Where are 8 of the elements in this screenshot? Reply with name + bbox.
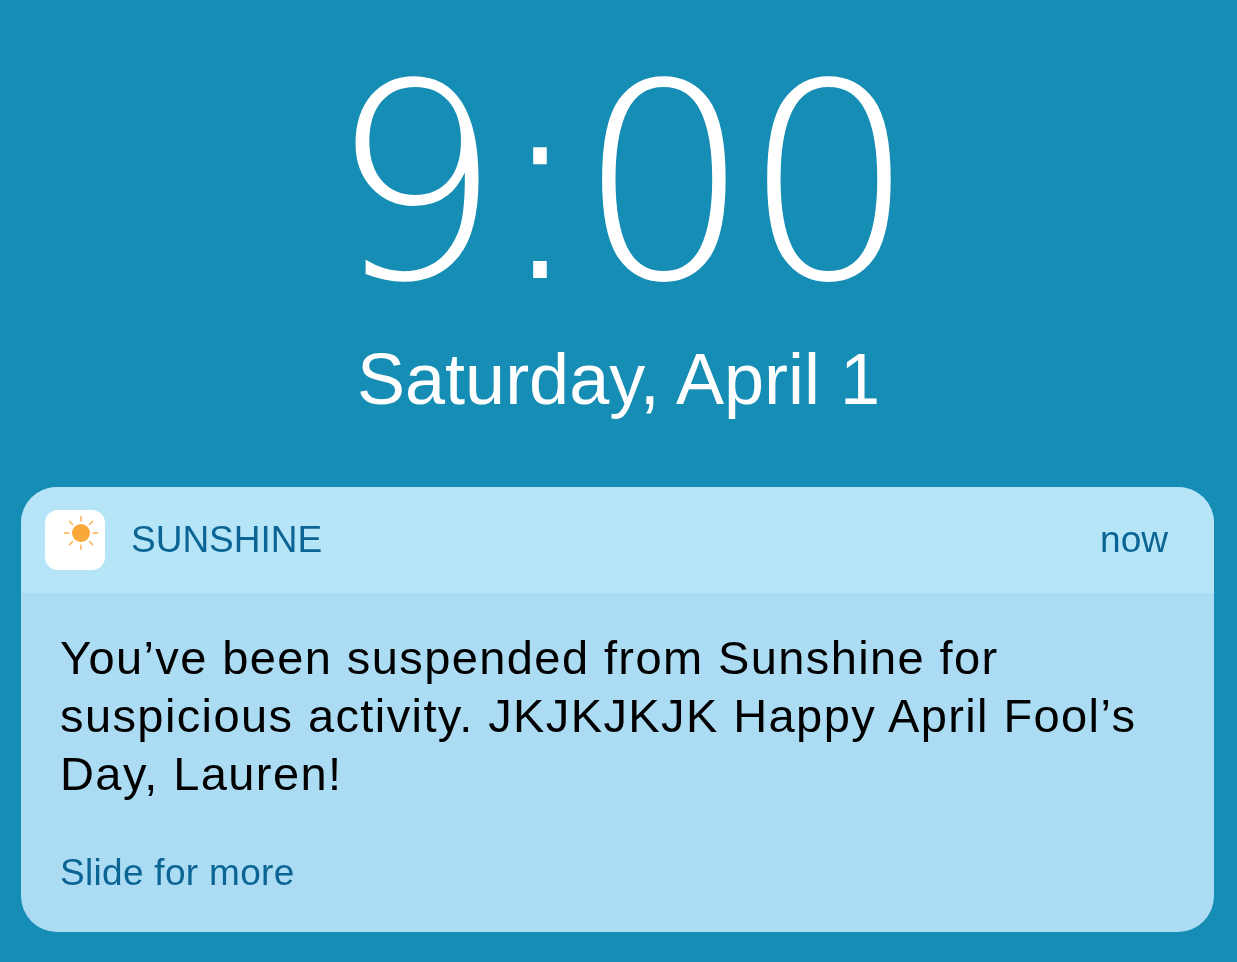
notification-card[interactable]: SUNSHINE now You’ve been suspended from Sunshine for suspicious activity. JKJKJKJK Happy April Fool’s Day, Lauren! Slide for more: [21, 487, 1214, 933]
sun-icon: [45, 510, 105, 571]
timestamp: now: [1100, 519, 1168, 561]
slide-hint: Slide for more: [60, 853, 295, 894]
notification-message: You’ve been suspended from Sunshine for suspicious activity. JKJKJKJK Happy April Fool’s Day, Lauren!: [60, 630, 1138, 803]
clock-time: 9:00: [329, 48, 908, 320]
date-label: Saturday, April 1: [357, 340, 880, 420]
app-name: SUNSHINE: [131, 519, 323, 561]
